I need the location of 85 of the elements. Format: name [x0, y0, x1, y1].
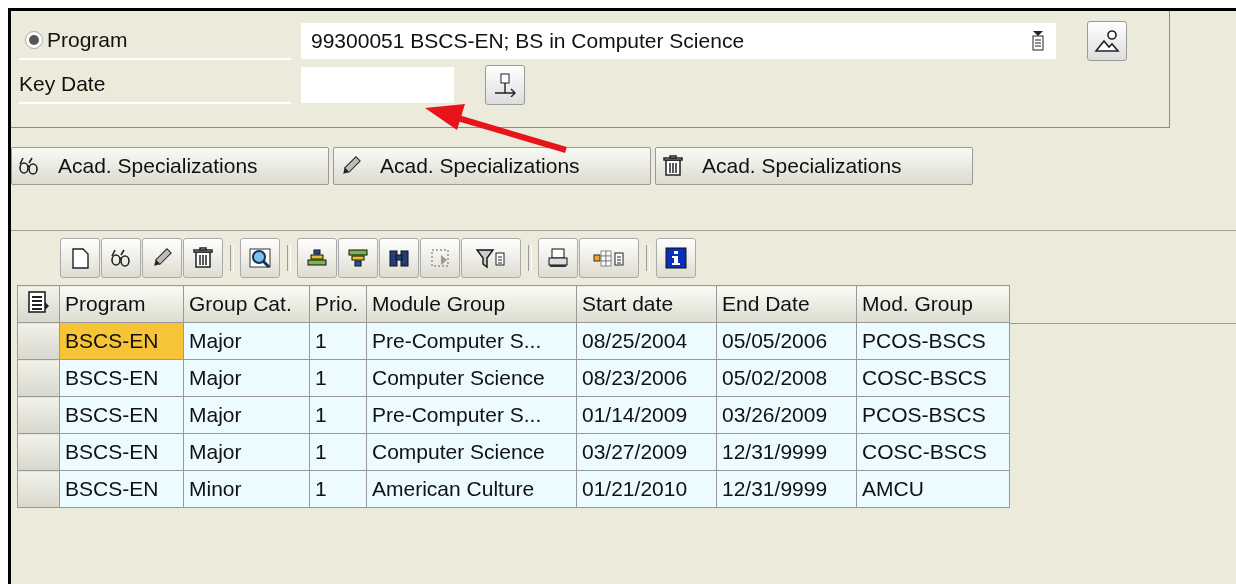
print-button[interactable] [538, 238, 578, 278]
column-settings-button[interactable] [17, 285, 60, 323]
table-cell: BSCS-EN [59, 433, 184, 471]
filter-button[interactable] [461, 238, 521, 278]
delete-button[interactable]: Acad. Specializations [655, 147, 973, 185]
edit-button[interactable] [142, 238, 182, 278]
column-header[interactable]: Prio. [309, 285, 367, 323]
display-button[interactable] [101, 238, 141, 278]
column-header[interactable]: Mod. Group [856, 285, 1010, 323]
pencil-icon [340, 155, 362, 177]
picture-button[interactable] [1087, 21, 1127, 61]
glasses-icon [18, 155, 40, 177]
column-header[interactable]: Program [59, 285, 184, 323]
info-icon [665, 247, 687, 269]
table-cell: 12/31/9999 [716, 433, 857, 471]
table-cell: Major [183, 359, 310, 397]
column-settings-icon [26, 289, 51, 314]
create-button[interactable] [60, 238, 100, 278]
column-header[interactable]: Group Cat. [183, 285, 310, 323]
column-header[interactable]: End Date [716, 285, 857, 323]
table-cell: 03/26/2009 [716, 396, 857, 434]
table-cell: 1 [309, 470, 367, 508]
table-cell: BSCS-EN [59, 396, 184, 434]
table-cell: BSCS-EN [59, 322, 184, 360]
pencil-icon [151, 247, 173, 269]
table-cell: PCOS-BSCS [856, 322, 1010, 360]
table-cell: 1 [309, 322, 367, 360]
trash-icon [662, 155, 684, 177]
column-header[interactable]: Module Group [366, 285, 577, 323]
table-cell: 05/05/2006 [716, 322, 857, 360]
binoculars-icon [388, 247, 410, 269]
table-cell: 08/25/2004 [576, 322, 717, 360]
table-cell: 01/21/2010 [576, 470, 717, 508]
table-cell: Minor [183, 470, 310, 508]
trash-icon [192, 247, 214, 269]
input-field[interactable]: 99300051 BSCS-EN; BS in Computer Science [301, 23, 1056, 59]
picture-icon [1094, 29, 1120, 53]
table-cell: Major [183, 396, 310, 434]
table-cell: COSC-BSCS [856, 359, 1010, 397]
layout-icon [593, 247, 625, 269]
details-button[interactable] [240, 238, 280, 278]
edit-button[interactable]: Acad. Specializations [333, 147, 651, 185]
magnifier-icon [249, 247, 271, 269]
structure-icon [493, 73, 517, 97]
table-cell: BSCS-EN [59, 470, 184, 508]
structure-button[interactable] [485, 65, 525, 105]
table-cell: 01/14/2009 [576, 396, 717, 434]
sort-ascending-button[interactable] [297, 238, 337, 278]
filter-icon [476, 247, 506, 269]
table-cell: Pre-Computer S... [366, 396, 577, 434]
table-cell: 1 [309, 396, 367, 434]
table-cell: Pre-Computer S... [366, 322, 577, 360]
field-label: Program [47, 28, 128, 52]
input-field[interactable] [301, 67, 454, 103]
table-cell: 03/27/2009 [576, 433, 717, 471]
table-cell: Major [183, 322, 310, 360]
delete-button[interactable] [183, 238, 223, 278]
table-cell: 08/23/2006 [576, 359, 717, 397]
radio-button[interactable] [25, 31, 43, 49]
table-cell: Major [183, 433, 310, 471]
field-label: Key Date [19, 72, 106, 96]
table-cell: 05/02/2008 [716, 359, 857, 397]
info-button[interactable] [656, 238, 696, 278]
find-button[interactable] [379, 238, 419, 278]
table-cell: PCOS-BSCS [856, 396, 1010, 434]
table-cell: AMCU [856, 470, 1010, 508]
printer-icon [547, 247, 569, 269]
glasses-icon [110, 247, 132, 269]
table-cell: COSC-BSCS [856, 433, 1010, 471]
field-value: 99300051 BSCS-EN; BS in Computer Science [311, 29, 745, 53]
find-next-icon [429, 247, 451, 269]
table-cell: American Culture [366, 470, 577, 508]
table-cell: BSCS-EN [59, 359, 184, 397]
layout-button[interactable] [579, 238, 639, 278]
sort-ascending-icon [306, 247, 328, 269]
table-cell: 12/31/9999 [716, 470, 857, 508]
table-cell: Computer Science [366, 433, 577, 471]
table-cell: Computer Science [366, 359, 577, 397]
display-button[interactable]: Acad. Specializations [11, 147, 329, 185]
sort-descending-button[interactable] [338, 238, 378, 278]
column-header[interactable]: Start date [576, 285, 717, 323]
document-icon [69, 247, 91, 269]
sort-descending-icon [347, 247, 369, 269]
table-cell: 1 [309, 433, 367, 471]
table-cell: 1 [309, 359, 367, 397]
